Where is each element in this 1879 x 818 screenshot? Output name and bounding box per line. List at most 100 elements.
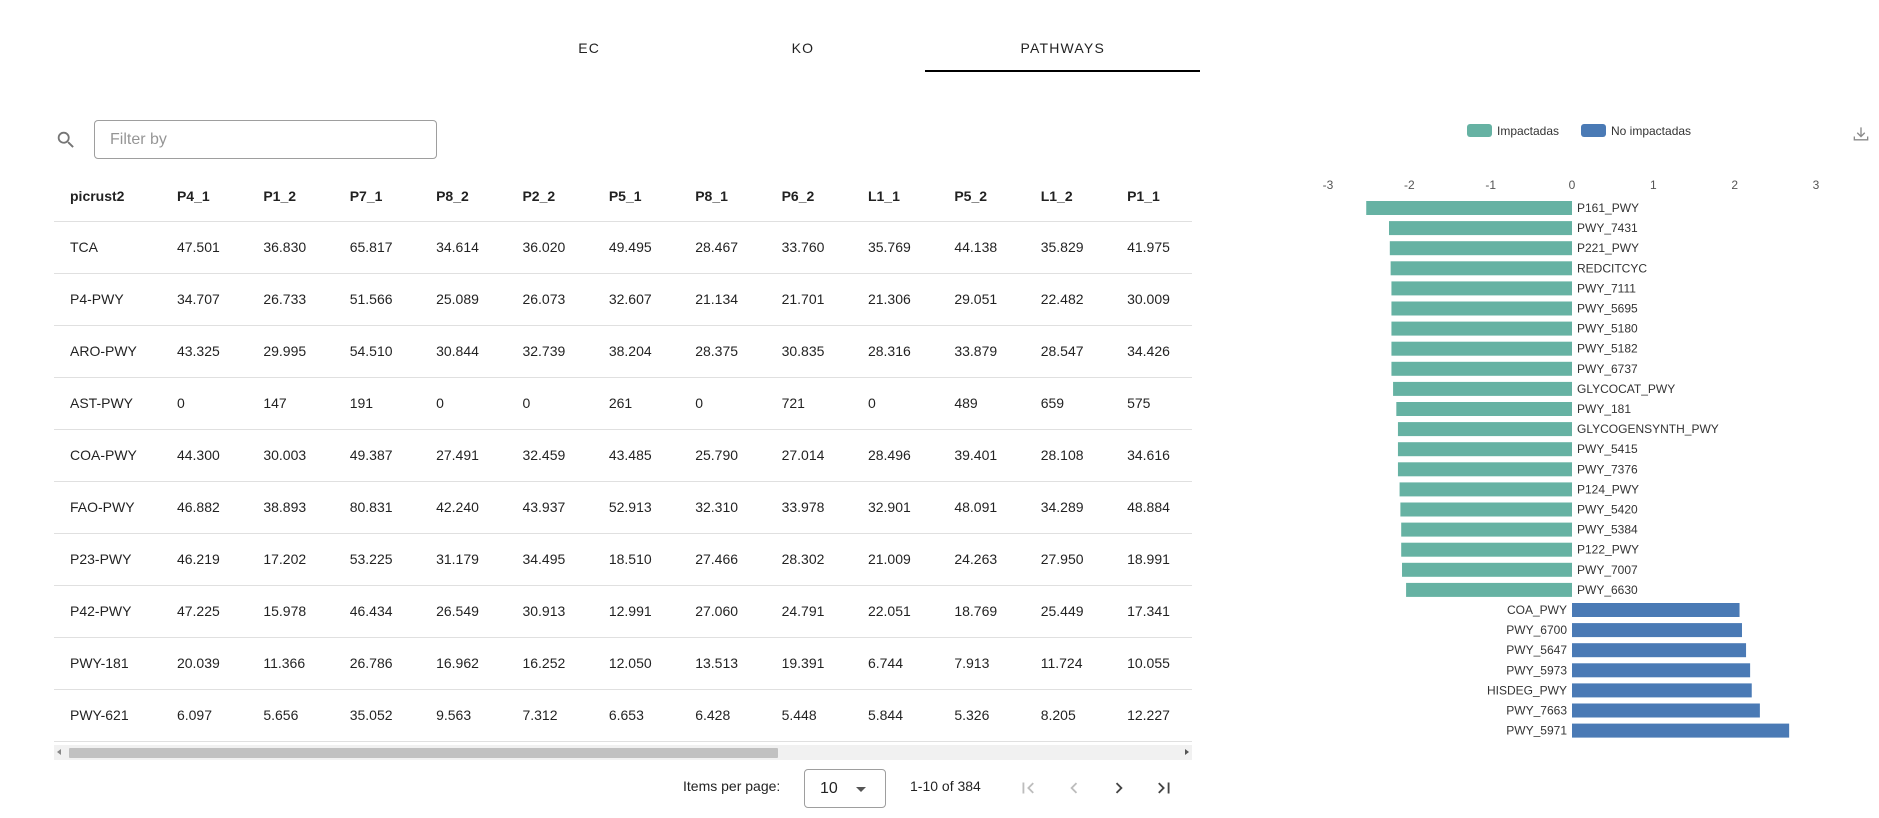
tab-ec[interactable]: EC (498, 24, 680, 72)
table-cell: 9.563 (420, 689, 507, 742)
table-cell: 0 (679, 377, 766, 430)
table-cell: 44.300 (160, 429, 248, 482)
search-icon (57, 131, 74, 148)
bar-pwy-5647[interactable] (1572, 643, 1747, 658)
table-cell: 54.510 (333, 325, 421, 378)
table-cell: 32.310 (679, 481, 766, 534)
table-row[interactable]: COA-PWY 44.300 30.003 49.387 27.491 32.459 43.… (54, 429, 1192, 482)
bar-p122-pwy[interactable] (1401, 542, 1572, 557)
column-header[interactable]: L1_1 (851, 171, 939, 222)
table-cell: 20.039 (160, 637, 248, 690)
download-icon[interactable] (1851, 124, 1871, 144)
table-cell: 32.607 (592, 273, 680, 326)
bar-pwy-6700[interactable] (1572, 623, 1742, 638)
table-cell: 34.495 (506, 533, 593, 586)
column-header[interactable]: P4_1 (160, 171, 248, 222)
column-header[interactable]: picrust2 (54, 171, 161, 222)
bar-pwy-5180[interactable] (1391, 321, 1572, 336)
bar-p161-pwy[interactable] (1366, 201, 1572, 215)
table-row[interactable]: AST-PWY0147191002610721048965957520 (54, 377, 1192, 430)
column-header[interactable]: P2_2 (506, 171, 593, 222)
column-header[interactable]: L1_2 (1024, 171, 1112, 222)
pathway-name-cell: ARO-PWY (54, 325, 161, 378)
column-header[interactable]: P5_2 (938, 171, 1025, 222)
column-header[interactable]: P8_1 (679, 171, 766, 222)
bar-coa-pwy[interactable] (1572, 603, 1740, 617)
bar-pwy-5420[interactable] (1400, 502, 1572, 517)
table-row[interactable]: TCA 47.501 36.830 65.817 34.614 36.020 49.495 2… (54, 221, 1192, 274)
column-header[interactable]: P5_1 (592, 171, 680, 222)
table-cell: 35.769 (851, 221, 939, 274)
bar-pwy-7431[interactable] (1389, 221, 1572, 236)
scroll-left-arrow-icon[interactable] (57, 749, 61, 755)
bar-pwy-6737[interactable] (1391, 361, 1572, 376)
legend-swatch[interactable] (1467, 124, 1492, 137)
table-cell: 6.097 (160, 689, 248, 742)
bar-pwy-5971[interactable] (1572, 723, 1790, 738)
column-header[interactable]: P8_2 (420, 171, 507, 222)
bar-label: PWY_5415 (1577, 442, 1638, 456)
tab-ko[interactable]: KO (680, 24, 925, 72)
bar-pwy-181[interactable] (1396, 402, 1572, 416)
bar-label: PWY_5182 (1577, 342, 1638, 356)
tab-pathways[interactable]: PATHWAYS (925, 24, 1200, 72)
first-page-button[interactable] (1014, 776, 1042, 800)
table-cell: 191 (333, 377, 421, 430)
table-row[interactable]: P42-PWY 47.225 15.978 46.434 26.549 30.913 12.… (54, 585, 1192, 638)
last-page-button[interactable] (1150, 776, 1178, 800)
table-cell: 34.707 (160, 273, 248, 326)
legend-label[interactable]: Impactadas (1497, 124, 1559, 138)
legend-label[interactable]: No impactadas (1611, 124, 1691, 138)
bar-glycogensynth-pwy[interactable] (1397, 422, 1572, 437)
column-header[interactable]: P6_2 (765, 171, 852, 222)
table-row[interactable]: FAO-PWY 46.882 38.893 80.831 42.240 43.937 52.… (54, 481, 1192, 534)
bar-pwy-5415[interactable] (1397, 442, 1572, 457)
bar-p221-pwy[interactable] (1389, 241, 1572, 256)
legend-swatch[interactable] (1581, 124, 1606, 137)
scrollbar-thumb[interactable] (69, 748, 778, 758)
table-cell: 0 (160, 377, 248, 430)
bar-pwy-7376[interactable] (1397, 462, 1572, 477)
table-row[interactable]: PWY-621 6.097 5.656 35.052 9.563 7.312 6.653 6.… (54, 689, 1192, 742)
previous-page-button[interactable] (1060, 776, 1088, 800)
data-table-container[interactable]: picrust2 P4_1 P1_2 P7_1 P8_2 P2_2 P5_1 P8_1 P6_2… (54, 171, 1192, 743)
column-header[interactable]: P1_1 (1111, 171, 1192, 222)
column-header[interactable]: P1_2 (247, 171, 334, 222)
table-cell: 65.817 (333, 221, 421, 274)
table-row[interactable]: ARO-PWY 43.325 29.995 54.510 30.844 32.739 38.… (54, 325, 1192, 378)
bar-redcitcyc[interactable] (1390, 261, 1572, 276)
next-page-button[interactable] (1105, 776, 1133, 800)
scroll-right-arrow-icon[interactable] (1185, 749, 1189, 755)
bar-p124-pwy[interactable] (1399, 482, 1572, 497)
table-cell: 30.913 (506, 585, 593, 638)
column-header[interactable]: P7_1 (333, 171, 421, 222)
table-row[interactable]: PWY-181 20.039 11.366 26.786 16.962 16.252 12.… (54, 637, 1192, 690)
table-cell: 30.844 (420, 325, 507, 378)
bar-label: P221_PWY (1577, 241, 1639, 255)
table-cell: 25.790 (679, 429, 766, 482)
table-cell: 41.975 (1111, 221, 1192, 274)
bar-label: REDCITCYC (1577, 261, 1647, 275)
bar-pwy-5182[interactable] (1391, 341, 1572, 356)
bar-pwy-7663[interactable] (1572, 703, 1760, 718)
table-cell: 48.884 (1111, 481, 1192, 534)
bar-pwy-5973[interactable] (1572, 663, 1751, 678)
bar-hisdeg-pwy[interactable] (1572, 683, 1752, 698)
horizontal-scrollbar[interactable] (54, 745, 1192, 760)
bar-pwy-7111[interactable] (1391, 281, 1572, 296)
table-cell: 53.225 (333, 533, 421, 586)
table-cell: 15.978 (247, 585, 334, 638)
table-cell: 7.913 (938, 637, 1025, 690)
table-cell: 43.325 (160, 325, 248, 378)
items-per-page-select[interactable]: 10 (804, 769, 886, 808)
bar-glycocat-pwy[interactable] (1393, 381, 1572, 396)
bar-pwy-5384[interactable] (1401, 522, 1572, 537)
table-row[interactable]: P4-PWY 34.707 26.733 51.566 25.089 26.073 32.6… (54, 273, 1192, 326)
bar-pwy-5695[interactable] (1391, 301, 1572, 316)
table-cell: 13.513 (679, 637, 766, 690)
bar-pwy-7007[interactable] (1402, 562, 1572, 577)
table-cell: 18.510 (592, 533, 680, 586)
filter-input[interactable] (94, 120, 437, 159)
table-row[interactable]: P23-PWY 46.219 17.202 53.225 31.179 34.495 18.… (54, 533, 1192, 586)
bar-pwy-6630[interactable] (1406, 582, 1572, 597)
